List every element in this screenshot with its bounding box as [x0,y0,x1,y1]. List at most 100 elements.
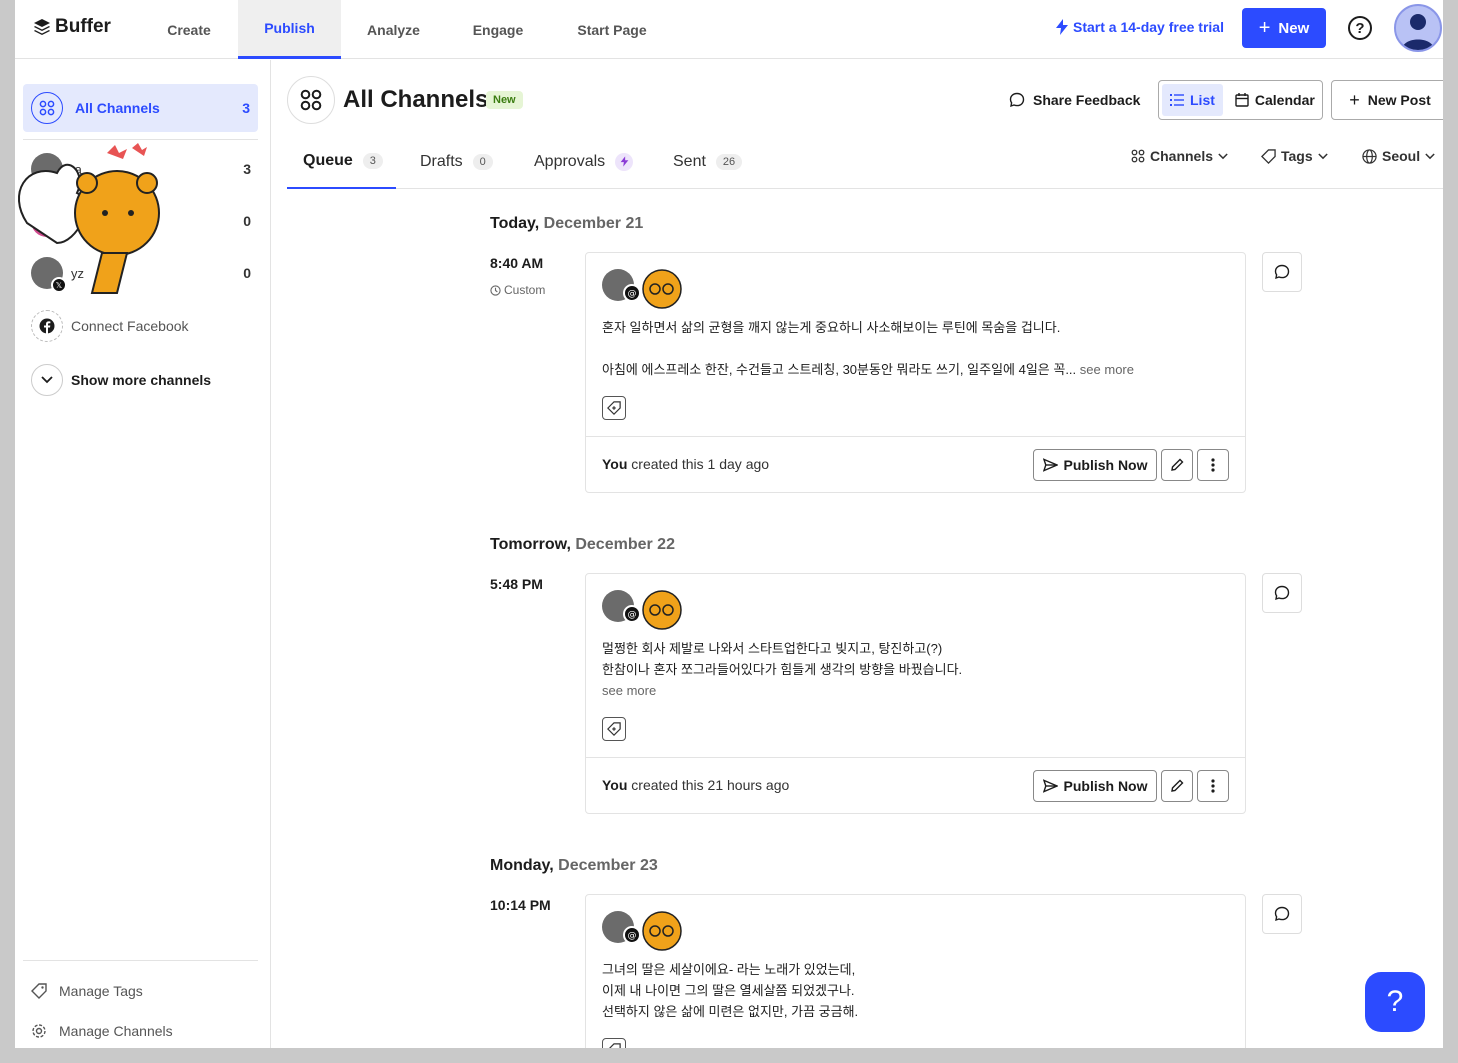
free-trial-link[interactable]: Start a 14-day free trial [1055,19,1224,35]
channel-count: 3 [243,161,251,177]
threads-bear-avatar-icon: @ [602,590,682,630]
comment-icon [1274,264,1290,280]
day-prefix: Tomorrow, [490,536,571,553]
add-tag-button[interactable] [602,1038,626,1048]
kebab-menu-icon [1211,458,1215,472]
nav-tab-engage[interactable]: Engage [461,0,535,59]
comment-button[interactable] [1262,252,1302,292]
tags-filter-label: Tags [1281,148,1313,164]
day-prefix: Monday, [490,857,554,874]
manage-tags-label: Manage Tags [59,983,143,999]
all-channels-label: All Channels [75,100,160,116]
edit-post-button[interactable] [1161,449,1193,481]
nav-tab-create[interactable]: Create [155,0,223,59]
day-date: December 21 [543,215,644,232]
new-button-label: New [1278,19,1310,37]
buffer-app: Buffer Create Publish Analyze Engage Sta… [15,0,1443,1048]
manage-tags-link[interactable]: Manage Tags [31,983,143,999]
show-more-label: Show more channels [71,372,212,388]
pencil-icon [1171,779,1184,792]
calendar-view-button[interactable]: Calendar [1227,84,1323,116]
add-tag-button[interactable] [602,396,626,420]
nav-tab-start-page[interactable]: Start Page [567,0,657,59]
more-options-button[interactable] [1197,449,1229,481]
post-text-line: 한참이나 혼자 쪼그라들어있다가 힘들게 생각의 방향을 바꿨습니다. [602,662,963,677]
chevron-down-icon [1317,152,1328,159]
all-channels-item[interactable]: All Channels 3 [23,84,258,132]
comment-button[interactable] [1262,573,1302,613]
globe-icon [1362,148,1377,164]
facebook-icon [31,310,63,342]
chevron-down-icon [1425,152,1435,159]
new-button[interactable]: + New [1242,8,1326,48]
tag-plus-icon [607,401,621,415]
tab-drafts[interactable]: Drafts 0 [420,134,493,189]
share-feedback-label: Share Feedback [1033,92,1141,108]
day-date: December 23 [558,857,658,874]
post-time: 10:14 PM [490,897,551,913]
calendar-view-label: Calendar [1254,92,1315,108]
help-button[interactable]: ? [1348,16,1372,40]
lightning-icon [1056,19,1068,35]
nav-tab-publish[interactable]: Publish [238,0,341,59]
created-info: You created this 21 hours ago [602,777,789,793]
timezone-filter-label: Seoul [1382,148,1421,164]
see-more-link[interactable]: see more [1080,362,1134,377]
connect-facebook-link[interactable]: Connect Facebook [31,310,189,342]
brand-name: Buffer [55,16,111,37]
post-time: 8:40 AM [490,255,544,271]
user-avatar[interactable] [1394,4,1442,52]
send-icon [1042,779,1058,793]
list-view-button[interactable]: List [1162,84,1223,116]
new-post-button[interactable]: + New Post [1331,80,1443,120]
tab-approvals[interactable]: Approvals [534,134,634,189]
show-more-channels[interactable]: Show more channels [31,364,211,396]
brand-logo[interactable]: Buffer [33,16,111,38]
edit-post-button[interactable] [1161,770,1193,802]
day-prefix: Today, [490,215,540,232]
comment-button[interactable] [1262,894,1302,934]
manage-channels-label: Manage Channels [59,1023,173,1039]
view-toggle: List Calendar [1158,80,1323,120]
help-chat-button[interactable]: ? [1365,972,1425,1032]
tag-plus-icon [607,722,621,736]
tab-approvals-label: Approvals [534,152,606,170]
tab-queue[interactable]: Queue 3 [287,134,396,189]
publish-now-button[interactable]: Publish Now [1033,770,1157,802]
more-options-button[interactable] [1197,770,1229,802]
help-label: ? [1355,19,1365,37]
tab-sent-count: 26 [715,153,743,170]
publish-now-label: Publish Now [1063,778,1148,794]
nav-tab-analyze[interactable]: Analyze [355,0,432,59]
question-mark-icon: ? [1386,985,1404,1018]
plus-icon: + [1258,16,1271,39]
comment-icon [1274,906,1290,922]
tab-drafts-count: 0 [472,153,493,170]
day-date: December 22 [575,536,675,553]
comment-icon [1274,585,1290,601]
channel-count: 0 [243,213,251,229]
channels-filter[interactable]: Channels [1131,148,1228,164]
see-more-link[interactable]: see more [602,680,962,701]
manage-channels-link[interactable]: Manage Channels [31,1023,173,1039]
connect-facebook-label: Connect Facebook [71,318,189,334]
created-by: You [602,777,628,793]
page-title: All Channels [343,86,489,113]
gear-icon [32,1024,46,1038]
svg-text:@: @ [628,289,637,299]
publish-now-button[interactable]: Publish Now [1033,449,1157,481]
tags-filter[interactable]: Tags [1261,148,1328,164]
post-text-truncated: 아침에 에스프레소 한잔, 수건들고 스트레칭, 30분동안 뭐라도 쓰기, 일… [602,362,1077,377]
tab-queue-label: Queue [303,151,353,169]
threads-bear-avatar-icon: @ [602,269,682,309]
tag-icon [1261,148,1276,164]
calendar-icon [1235,93,1249,107]
timezone-filter[interactable]: Seoul [1362,148,1435,164]
add-tag-button[interactable] [602,717,626,741]
kebab-menu-icon [1211,779,1215,793]
post-text-line [602,338,1134,359]
tab-sent[interactable]: Sent 26 [673,134,743,189]
created-info: You created this 1 day ago [602,456,769,472]
share-feedback-button[interactable]: Share Feedback [1009,92,1140,108]
send-icon [1042,458,1058,472]
